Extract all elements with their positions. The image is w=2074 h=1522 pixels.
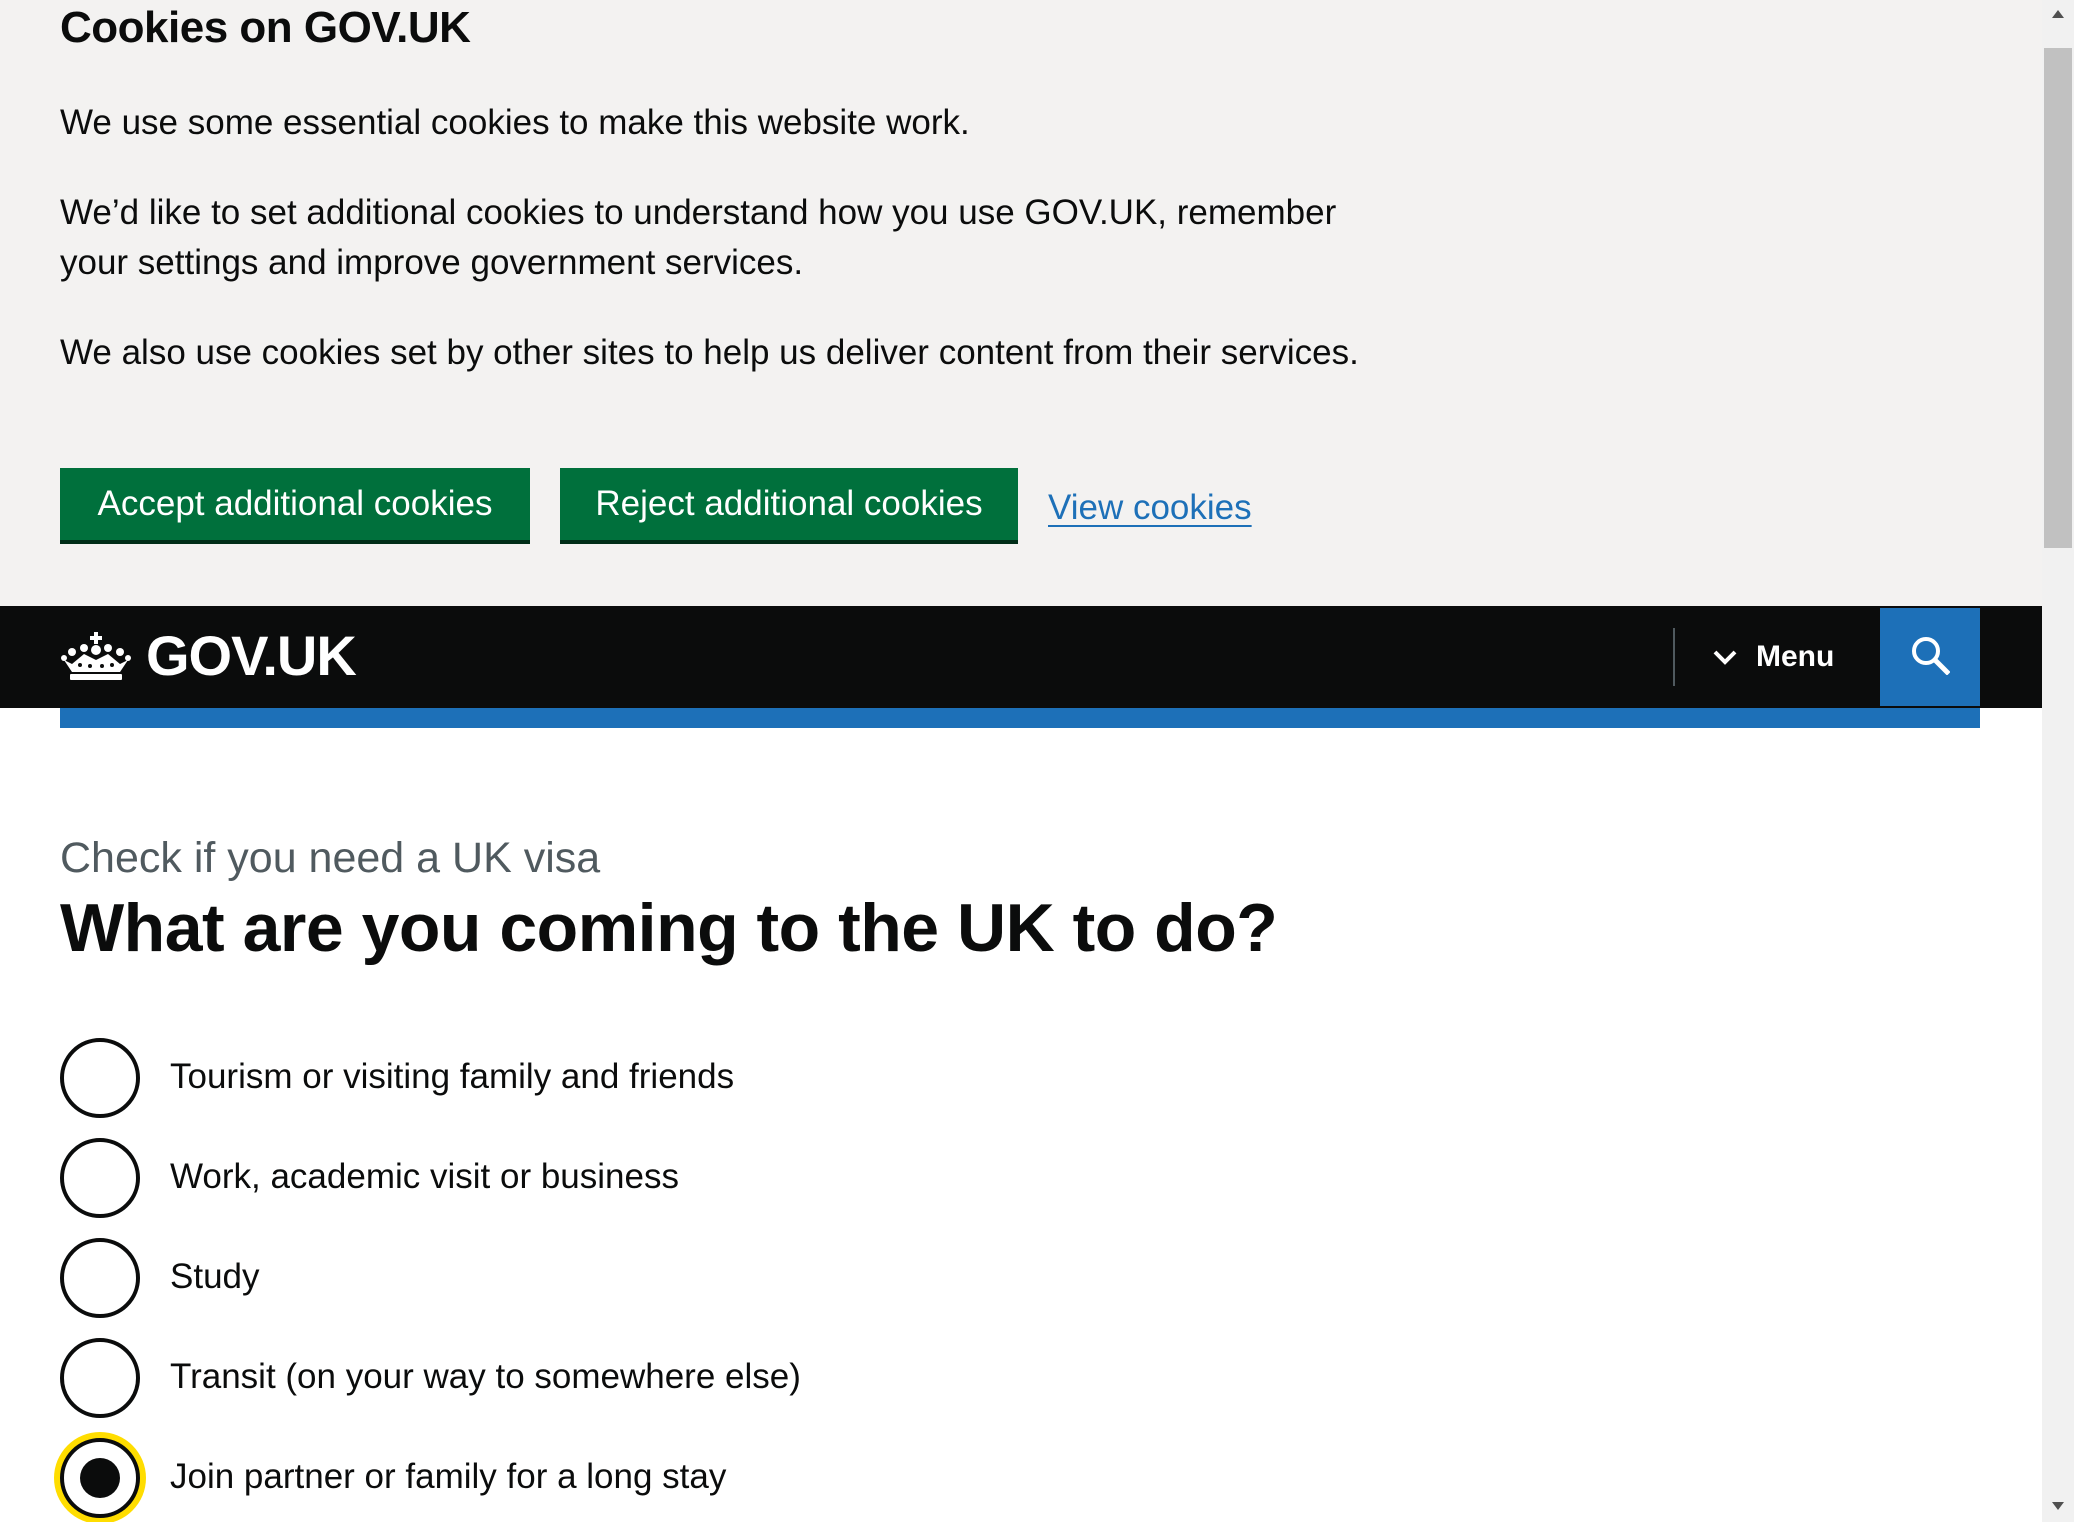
radio-button[interactable] [60,1338,140,1418]
menu-button[interactable]: Menu [1712,630,1834,684]
cookie-banner-title: Cookies on GOV.UK [60,3,471,52]
triangle-up-icon [2051,6,2065,24]
accept-cookies-button[interactable]: Accept additional cookies [60,468,530,540]
site-header: GOV.UK Menu [0,606,2042,708]
radio-button[interactable] [60,1238,140,1318]
govuk-logo-text: GOV.UK [146,624,357,687]
cookie-banner-text-additional: We’d like to set additional cookies to u… [60,193,1337,282]
radio-button[interactable] [60,1138,140,1218]
govuk-logo-link[interactable]: GOV.UK [60,624,357,687]
radio-option-join-family[interactable]: Join partner or family for a long stay [60,1436,1460,1520]
radio-label[interactable]: Transit (on your way to somewhere else) [170,1352,801,1402]
vertical-scrollbar[interactable] [2042,0,2074,1522]
radio-option-study[interactable]: Study [60,1236,1460,1320]
page-title: What are you coming to the UK to do? [60,890,1278,966]
browser-viewport: Cookies on GOV.UK We use some essential … [0,0,2042,1522]
radio-selected-dot [80,1458,120,1498]
radio-button[interactable] [60,1038,140,1118]
triangle-down-icon [2051,1498,2065,1516]
reject-cookies-button[interactable]: Reject additional cookies [560,468,1018,540]
search-icon [1910,635,1951,680]
search-button[interactable] [1880,608,1980,706]
radio-button-selected[interactable] [60,1438,140,1518]
radio-option-tourism[interactable]: Tourism or visiting family and friends [60,1036,1460,1120]
header-divider [1673,628,1675,686]
radio-label[interactable]: Tourism or visiting family and friends [170,1052,734,1102]
crown-icon [60,630,132,682]
scrollbar-thumb[interactable] [2044,48,2072,548]
cookie-banner: Cookies on GOV.UK We use some essential … [0,0,2042,606]
scroll-down-arrow[interactable] [2042,1492,2074,1522]
radio-label[interactable]: Join partner or family for a long stay [170,1452,726,1502]
cookie-banner-text-third-party: We also use cookies set by other sites t… [60,333,1359,372]
radio-option-transit[interactable]: Transit (on your way to somewhere else) [60,1336,1460,1420]
chevron-down-icon [1712,648,1738,666]
radio-label[interactable]: Study [170,1252,260,1302]
header-blue-underline [60,708,1980,728]
view-cookies-link[interactable]: View cookies [1048,484,1252,532]
radio-option-work[interactable]: Work, academic visit or business [60,1136,1460,1220]
menu-button-label: Menu [1756,640,1835,673]
page-caption: Check if you need a UK visa [60,834,601,882]
cookie-banner-text-essential: We use some essential cookies to make th… [60,103,970,142]
scroll-up-arrow[interactable] [2042,0,2074,30]
radio-label[interactable]: Work, academic visit or business [170,1152,679,1202]
